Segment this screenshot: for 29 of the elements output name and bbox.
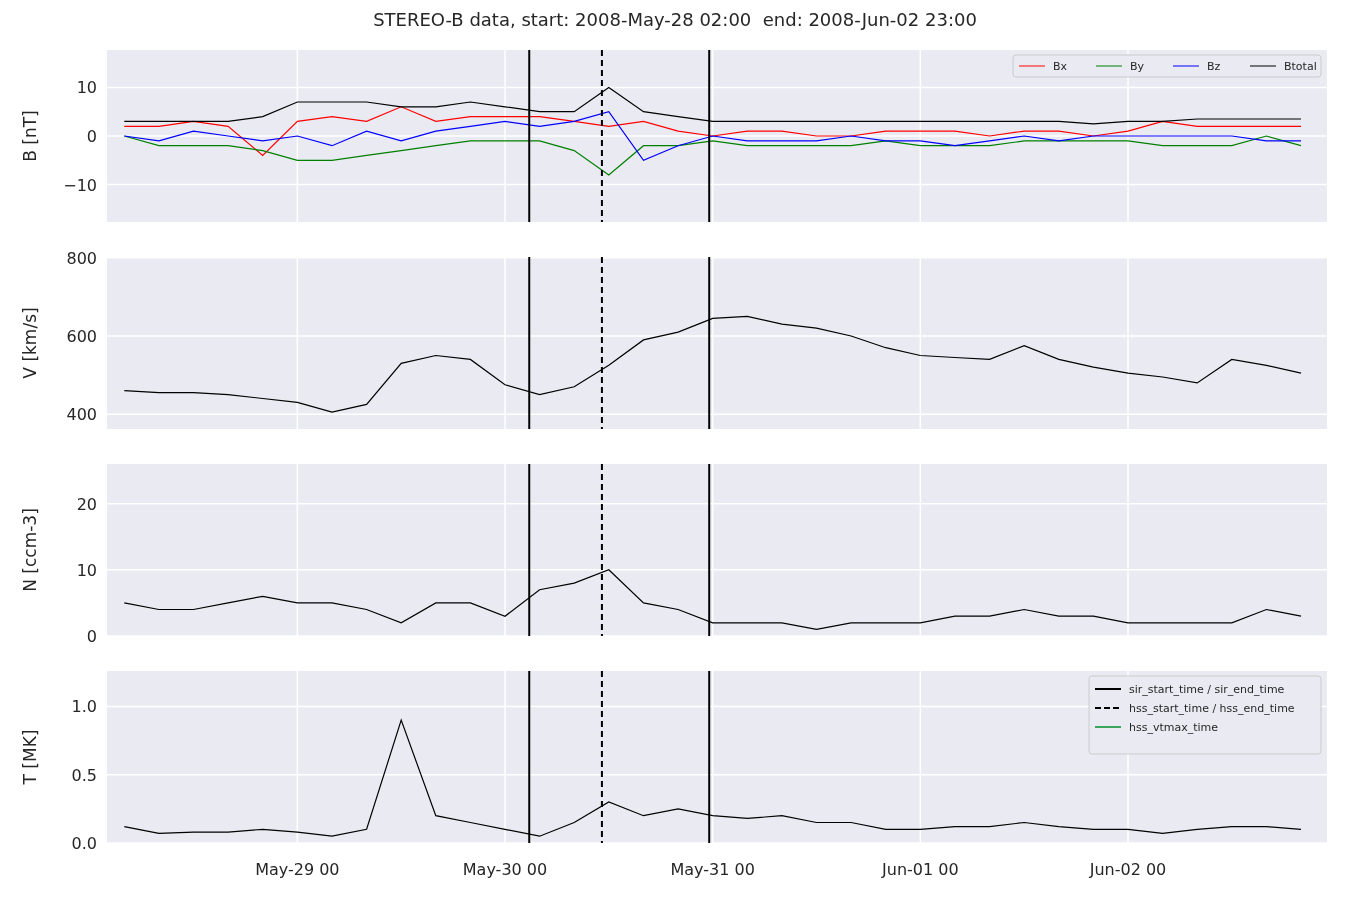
y-tick-label: −10: [63, 175, 97, 195]
y-tick-label: 10: [76, 78, 97, 98]
legend-label: hss_vtmax_time: [1129, 721, 1219, 734]
legend-label: sir_start_time / sir_end_time: [1129, 683, 1285, 696]
y-tick-label: 0.5: [71, 765, 97, 785]
y-tick-label: 20: [76, 494, 97, 514]
x-tick-label: May-30 00: [462, 860, 548, 879]
legend-label: hss_start_time / hss_end_time: [1129, 702, 1295, 715]
y-axis-label: N [ccm-3]: [20, 508, 40, 592]
x-tick-label: May-31 00: [670, 860, 755, 879]
y-tick-label: 10: [76, 560, 97, 580]
y-tick-label: 0: [86, 127, 97, 146]
x-tick-label: Jun-01 00: [882, 860, 959, 879]
y-tick-label: 600: [66, 326, 97, 346]
x-tick-label: Jun-02 00: [1089, 860, 1167, 879]
legend-label: Bz: [1207, 60, 1221, 73]
y-tick-label: 400: [66, 405, 97, 425]
y-tick-label: 1.0: [71, 697, 97, 717]
y-tick-label: 0.0: [71, 834, 97, 853]
y-axis-label: B [nT]: [20, 110, 40, 162]
legend-label: Btotal: [1284, 60, 1317, 73]
x-tick-label: May-29 00: [255, 860, 340, 879]
legend-label: By: [1130, 60, 1145, 73]
y-tick-label: 800: [66, 248, 97, 268]
y-tick-label: 0: [86, 627, 97, 646]
legend-label: Bx: [1053, 60, 1068, 73]
y-axis-label: V [km/s]: [20, 307, 40, 379]
figure-title: STEREO-B data, start: 2008-May-28 02:00 end: 2008-Jun-02 23:00: [373, 7, 977, 32]
y-axis-label: T [MK]: [20, 729, 40, 785]
